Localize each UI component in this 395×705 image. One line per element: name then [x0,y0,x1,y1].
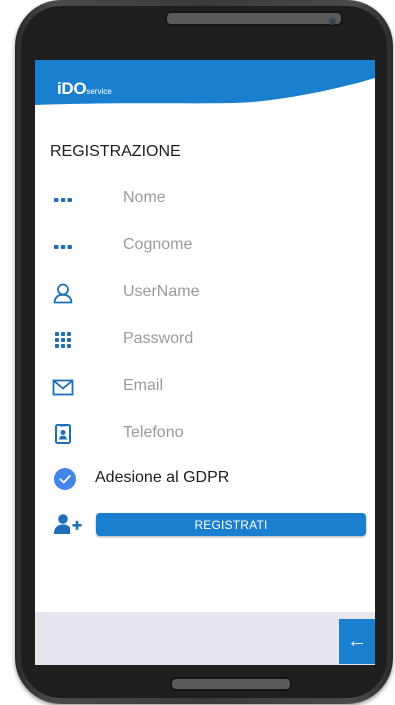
cognome-field[interactable] [123,233,353,257]
field-row-email [35,368,375,404]
app-logo: iDOservice [57,79,112,98]
arrow-left-icon: ← [347,630,367,652]
bottom-speaker [170,677,292,691]
bottom-bar: ← [35,612,375,665]
app-header: iDOservice [35,60,375,112]
field-row-username [35,274,375,310]
telefono-field[interactable] [123,421,353,445]
field-row-nome [35,180,375,216]
add-user-icon [53,513,83,537]
nome-field[interactable] [123,186,353,210]
app-screen: iDOservice REGISTRAZIONE Nome Cognome Us… [35,60,375,665]
username-field[interactable] [123,280,353,304]
envelope-icon [52,376,74,398]
dots-icon [52,188,74,210]
password-field[interactable] [123,327,353,351]
back-button[interactable]: ← [339,619,375,664]
user-icon [52,282,74,304]
page-title: REGISTRAZIONE [50,143,181,160]
register-button[interactable]: REGISTRATI [96,513,366,536]
field-row-cognome [35,227,375,263]
field-row-telefono [35,415,375,451]
gdpr-label: Adesione al GDPR [95,469,230,486]
field-row-password [35,321,375,357]
dots-icon [52,235,74,257]
contact-card-icon [52,423,74,445]
gdpr-checkbox[interactable] [54,468,76,490]
keypad-icon [52,329,74,351]
email-field[interactable] [123,374,353,398]
front-camera [329,18,336,25]
top-speaker [165,11,343,26]
check-icon [59,475,71,484]
